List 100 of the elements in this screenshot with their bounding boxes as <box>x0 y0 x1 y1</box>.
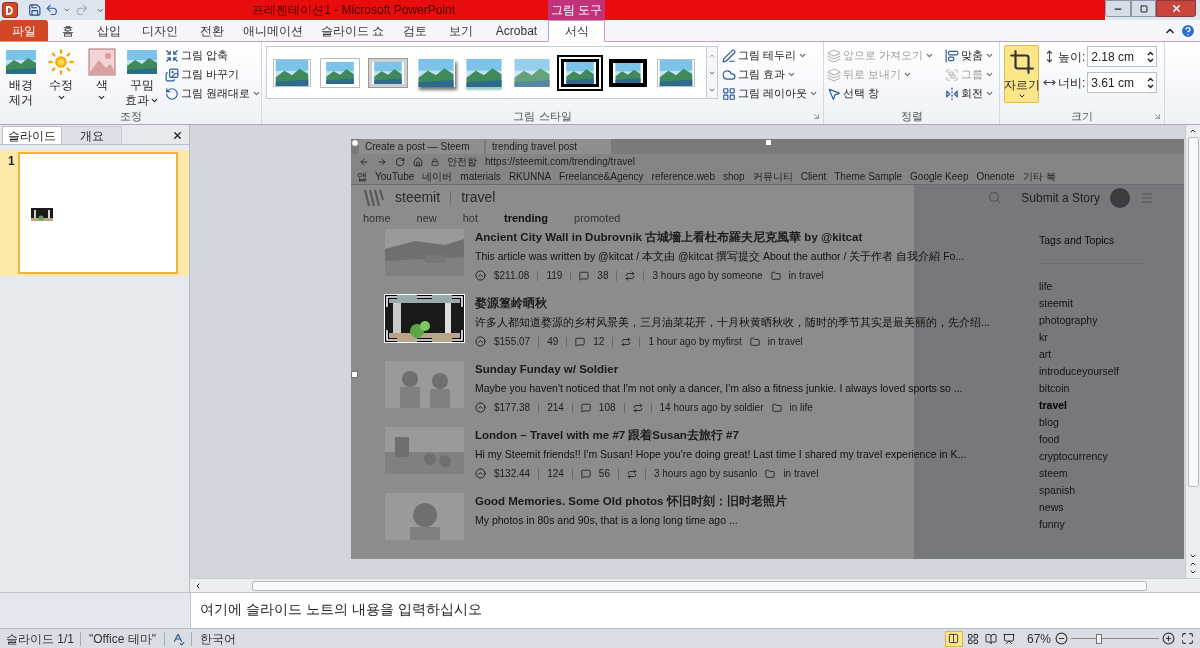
tag-link[interactable]: life <box>1039 277 1144 295</box>
post-title[interactable]: Good Memories. Some Old photos 怀旧时刻：旧时老照片 <box>475 493 787 511</box>
zoom-level[interactable]: 67% <box>1026 629 1051 648</box>
help-icon[interactable] <box>1180 22 1196 39</box>
tag-link[interactable]: photography <box>1039 311 1144 329</box>
comment-icon[interactable] <box>579 270 590 281</box>
zoom-out-icon[interactable] <box>1055 632 1068 645</box>
nav-link[interactable]: home <box>363 210 391 227</box>
tag-link[interactable]: steemit <box>1039 294 1144 312</box>
nav-link[interactable]: hot <box>462 210 478 227</box>
ribbon-button[interactable]: 그림 압축 <box>164 46 261 65</box>
ribbon-button[interactable]: 그림 레이아웃 <box>722 84 819 103</box>
forward-icon[interactable] <box>377 156 387 167</box>
back-icon[interactable] <box>359 156 369 167</box>
reblog-icon[interactable] <box>626 468 637 479</box>
dialog-launcher-icon[interactable] <box>812 112 821 121</box>
tag-link[interactable]: kr <box>1039 328 1144 346</box>
ribbon-tab[interactable]: 파일 <box>0 20 48 41</box>
next-slide-icon[interactable] <box>1189 568 1197 576</box>
bookmark[interactable]: materials <box>460 169 501 184</box>
save-icon[interactable] <box>27 3 42 17</box>
bookmark[interactable]: reference.web <box>651 169 715 184</box>
bookmark[interactable]: 커뮤니티 <box>752 169 793 184</box>
zoom-in-icon[interactable] <box>1162 632 1175 645</box>
bookmark[interactable]: 네이버 <box>422 169 453 184</box>
reload-icon[interactable] <box>395 156 405 167</box>
bookmark[interactable]: Google Keep <box>910 169 969 184</box>
app-logo-icon[interactable] <box>2 2 18 18</box>
submit-link[interactable]: Submit a Story <box>1021 188 1100 207</box>
notes-field[interactable]: 여기에 슬라이드 노트의 내용을 입력하십시오 <box>190 593 1200 628</box>
ribbon-button[interactable]: 배경 제거 <box>2 46 41 108</box>
panel-tab[interactable]: 개요 <box>62 126 122 144</box>
panel-tab[interactable]: 슬라이드 <box>2 126 62 144</box>
picture-style-option[interactable] <box>609 58 647 87</box>
size-field[interactable]: 2.18 cm <box>1087 46 1158 67</box>
address-field[interactable]: https://steemit.com/trending/travel <box>485 154 636 169</box>
ribbon-tab[interactable]: 삽입 <box>88 20 130 41</box>
post-title[interactable]: Sunday Funday w/ Soldier <box>475 361 963 379</box>
ribbon-tab[interactable]: 전환 <box>190 20 233 41</box>
tag-link[interactable]: cryptocurrency <box>1039 447 1144 465</box>
browser-tab[interactable]: Create a post — Steem <box>359 139 484 154</box>
post-category[interactable]: in travel <box>788 268 824 283</box>
ribbon-button[interactable]: 그림 바꾸기 <box>164 65 261 84</box>
dialog-launcher-icon[interactable] <box>1153 112 1162 121</box>
spinner-icon[interactable] <box>1147 50 1155 63</box>
reblog-icon[interactable] <box>621 336 632 347</box>
nav-link[interactable]: promoted <box>574 210 621 227</box>
horizontal-scrollbar[interactable] <box>190 578 1200 592</box>
zoom-slider[interactable] <box>1071 632 1159 645</box>
ribbon-tab[interactable]: 디자인 <box>130 20 190 41</box>
comment-icon[interactable] <box>580 402 591 413</box>
ribbon-button[interactable]: 색 <box>82 46 121 102</box>
resize-handle[interactable] <box>765 139 772 146</box>
ribbon-tab[interactable]: Acrobat <box>485 20 548 41</box>
tag-link[interactable]: news <box>1039 498 1144 516</box>
slide-thumbnail[interactable] <box>17 152 178 274</box>
ribbon-tab[interactable]: 애니메이션 <box>233 20 312 41</box>
bookmark[interactable]: YouTube <box>375 169 415 184</box>
scroll-down-icon[interactable] <box>1189 552 1197 560</box>
caret-icon[interactable] <box>62 6 71 14</box>
close-icon[interactable] <box>172 130 183 141</box>
post-category[interactable]: in travel <box>767 334 803 349</box>
close-button[interactable] <box>1156 0 1196 17</box>
post-category[interactable]: in life <box>789 400 813 415</box>
nav-link[interactable]: new <box>416 210 437 227</box>
comment-icon[interactable] <box>580 468 591 479</box>
tag-link[interactable]: art <box>1039 345 1144 363</box>
theme-name[interactable]: "Office 테마" <box>81 629 164 648</box>
tag-link[interactable]: spanish <box>1039 481 1144 499</box>
tag-link[interactable]: blog <box>1039 413 1144 431</box>
ribbon-button[interactable]: 꾸밈 효과 <box>122 46 161 108</box>
spinner-icon[interactable] <box>1147 76 1155 89</box>
tag-link[interactable]: funny <box>1039 515 1144 533</box>
ribbon-tab[interactable]: 슬라이드 쇼 <box>312 20 393 41</box>
ribbon-button[interactable]: 수정 <box>42 46 81 102</box>
browser-tab[interactable]: trending travel post <box>486 139 611 154</box>
ribbon-button[interactable]: 그림 원래대로 <box>164 84 261 103</box>
bookmark[interactable]: shop <box>723 169 745 184</box>
post-title[interactable]: London – Travel with me #7 跟着Susan去旅行 #7 <box>475 427 967 445</box>
ribbon-tab[interactable]: 홈 <box>48 20 88 41</box>
spell-check-icon[interactable] <box>171 631 185 646</box>
upvote-icon[interactable] <box>475 336 486 347</box>
scroll-up-icon[interactable] <box>1189 127 1197 135</box>
site-name[interactable]: steemit <box>395 187 441 209</box>
tag-link[interactable]: introduceyourself <box>1039 362 1144 380</box>
bookmark[interactable]: Onenote <box>976 169 1015 184</box>
resize-handle[interactable] <box>351 139 359 147</box>
bookmark[interactable]: Theme Sample <box>834 169 903 184</box>
slide-sorter-icon[interactable] <box>966 632 979 645</box>
post-title[interactable]: 婺源篁岭晒秋 <box>475 295 990 313</box>
bookmark[interactable]: Freelance&Agency <box>559 169 644 184</box>
upvote-icon[interactable] <box>475 270 486 281</box>
ribbon-tab[interactable]: 서식 <box>548 20 605 42</box>
tag-link[interactable]: bitcoin <box>1039 379 1144 397</box>
upvote-icon[interactable] <box>475 402 486 413</box>
scroll-left-icon[interactable] <box>194 581 202 590</box>
bookmark[interactable]: Client <box>800 169 827 184</box>
comment-icon[interactable] <box>575 336 586 347</box>
reblog-icon[interactable] <box>632 402 643 413</box>
undo-icon[interactable] <box>45 3 59 17</box>
